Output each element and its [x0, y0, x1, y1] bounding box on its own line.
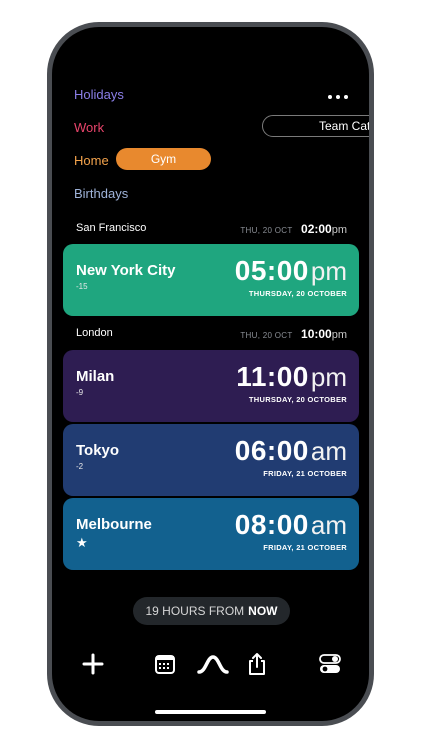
reference-city-sf: San Francisco: [76, 222, 147, 234]
phone-frame: Holidays Work Home Birthdays Team Catc G…: [47, 22, 374, 726]
reference-city-london: London: [76, 327, 113, 339]
reference-date: THU, 20 OCT: [240, 226, 293, 235]
city-card-new-york[interactable]: New York City -15 05:00pm THURSDAY, 20 O…: [63, 244, 359, 316]
city-date: THURSDAY, 20 OCTOBER: [248, 395, 347, 404]
city-offset: -15: [76, 282, 88, 291]
curve-icon[interactable]: [196, 651, 230, 677]
city-time: 08:00am: [235, 509, 347, 541]
time-hm: 08:00: [234, 509, 309, 540]
app-screen: Holidays Work Home Birthdays Team Catc G…: [52, 27, 369, 721]
reference-time-london: THU, 20 OCT 10:00pm: [240, 325, 347, 343]
city-time: 05:00pm: [235, 255, 347, 287]
calendar-holidays[interactable]: Holidays: [74, 87, 124, 102]
calendar-home[interactable]: Home: [74, 153, 109, 168]
event-team-label: Team Catc: [319, 119, 369, 133]
time-offset-now: NOW: [248, 604, 278, 618]
city-name: New York City: [76, 262, 176, 279]
reference-date: THU, 20 OCT: [240, 331, 293, 340]
city-card-tokyo[interactable]: Tokyo -2 06:00am FRIDAY, 21 OCTOBER: [63, 424, 359, 496]
city-date: THURSDAY, 20 OCTOBER: [248, 289, 347, 298]
time-ampm: pm: [310, 362, 347, 392]
time-hm: 06:00: [234, 435, 309, 466]
reference-ampm: pm: [331, 329, 347, 341]
city-card-milan[interactable]: Milan -9 11:00pm THURSDAY, 20 OCTOBER: [63, 350, 359, 422]
city-name: Tokyo: [76, 442, 120, 459]
reference-time-value: 10:00: [301, 327, 332, 341]
more-options-icon[interactable]: [328, 87, 348, 107]
toggles-icon[interactable]: [317, 651, 343, 677]
time-hm: 05:00: [234, 255, 309, 286]
calendar-icon[interactable]: [152, 651, 178, 677]
event-gym-label: Gym: [150, 152, 177, 166]
time-offset-badge[interactable]: 19 HOURS FROM NOW: [133, 597, 290, 625]
city-name: Milan: [76, 368, 115, 385]
city-time: 06:00am: [235, 435, 347, 467]
city-time: 11:00pm: [236, 361, 347, 393]
city-card-melbourne[interactable]: Melbourne ★ 08:00am FRIDAY, 21 OCTOBER: [63, 498, 359, 570]
star-icon: ★: [76, 535, 88, 550]
city-offset: -2: [76, 462, 84, 471]
reference-time-value: 02:00: [301, 222, 332, 236]
time-hm: 11:00: [236, 361, 309, 392]
time-ampm: pm: [310, 256, 347, 286]
city-offset: -9: [76, 388, 84, 397]
event-gym-pill[interactable]: Gym: [116, 148, 211, 170]
time-offset-text: 19 HOURS FROM: [145, 604, 245, 618]
reference-ampm: pm: [331, 224, 347, 236]
plus-icon[interactable]: [80, 651, 106, 677]
share-icon[interactable]: [244, 651, 270, 677]
city-date: FRIDAY, 21 OCTOBER: [263, 543, 347, 552]
time-ampm: am: [310, 510, 347, 540]
calendar-birthdays[interactable]: Birthdays: [74, 186, 128, 201]
city-name: Melbourne: [76, 516, 152, 533]
home-indicator[interactable]: [155, 710, 266, 714]
event-team-pill[interactable]: Team Catc: [262, 115, 369, 137]
time-ampm: am: [310, 436, 347, 466]
city-date: FRIDAY, 21 OCTOBER: [263, 469, 347, 478]
reference-time-sf: THU, 20 OCT 02:00pm: [240, 220, 347, 238]
calendar-work[interactable]: Work: [74, 120, 104, 135]
